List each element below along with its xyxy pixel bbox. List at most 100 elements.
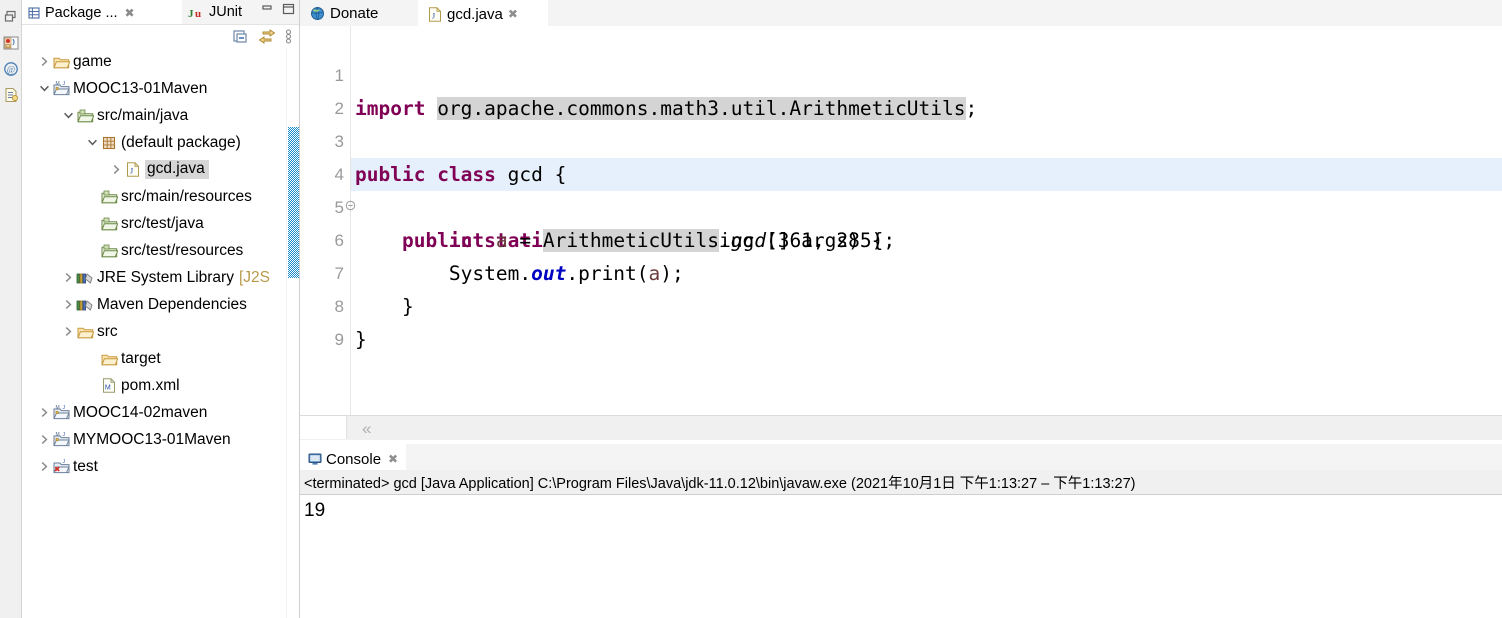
code-line-8: 8 } — [300, 257, 1502, 351]
tree-item-label: MOOC14-02maven — [73, 403, 208, 421]
console-output-area[interactable]: 19 — [300, 494, 1502, 618]
tree-item-label: (default package) — [121, 133, 241, 151]
tree-item-label: gcd.java — [145, 160, 209, 179]
line-number: 9 — [334, 330, 344, 349]
tree-item[interactable]: game — [22, 48, 299, 75]
chevron-right-icon[interactable] — [60, 299, 76, 310]
tree-item-label: src/test/java — [121, 214, 204, 232]
chevron-down-icon[interactable] — [60, 111, 76, 120]
folder-icon — [52, 54, 70, 70]
tree-item[interactable]: Maven Dependencies — [22, 291, 299, 318]
tab-donate[interactable]: Donate — [300, 0, 418, 26]
tree-item[interactable]: src/main/java — [22, 102, 299, 129]
maven-project-icon: MJ — [52, 405, 70, 421]
chevron-right-icon[interactable] — [60, 272, 76, 283]
console-output-text: 19 — [304, 500, 326, 521]
javadoc-at-icon[interactable]: @ — [0, 56, 22, 82]
svg-text:M: M — [105, 385, 111, 392]
perspective-shortcut-rail: @ — [0, 0, 22, 618]
tree-item-label: MOOC13-01Maven — [73, 79, 208, 97]
tab-package-explorer[interactable]: Package ... ✖ — [22, 0, 182, 24]
code-line-1: 1 import org.apache.commons.math3.util.A… — [300, 26, 1502, 120]
svg-text:M: M — [55, 81, 59, 87]
svg-text:M: M — [55, 432, 59, 438]
java-file-icon: J — [124, 162, 142, 178]
explorer-toolbar — [233, 25, 297, 47]
tree-item[interactable]: M J MYMOOC13-01Maven — [22, 426, 299, 453]
chevron-down-icon[interactable] — [84, 138, 100, 147]
minimize-view-button[interactable] — [261, 3, 274, 16]
close-icon[interactable]: ✖ — [125, 6, 135, 20]
chevron-right-icon[interactable] — [36, 434, 52, 445]
editor-area: Donate J gcd.java ✖ 1 import org.apache.… — [300, 0, 1502, 440]
close-icon[interactable]: ✖ — [508, 7, 518, 21]
console-view: Console ✖ <terminated> gcd [Java Applica… — [300, 444, 1502, 618]
tree-item[interactable]: src — [22, 318, 299, 345]
tree-item[interactable]: JRE System Library [J2S — [22, 264, 299, 291]
source-folder-icon — [100, 243, 118, 259]
tab-label: Console — [326, 450, 382, 468]
restore-perspective-icon[interactable] — [0, 4, 22, 30]
explorer-vertical-scrollbar[interactable] — [286, 48, 299, 618]
tree-item[interactable]: target — [22, 345, 299, 372]
source-folder-icon — [100, 216, 118, 232]
tree-item[interactable]: M J MOOC14-02maven — [22, 399, 299, 426]
maximize-view-button[interactable] — [282, 3, 295, 16]
chevron-right-icon[interactable] — [36, 56, 52, 67]
tree-item[interactable]: src/test/java — [22, 210, 299, 237]
breadcrumb-collapse-icon[interactable]: « — [362, 419, 371, 439]
outline-view-icon[interactable] — [0, 82, 22, 108]
folder-icon — [76, 324, 94, 340]
tree-item[interactable]: Mpom.xml — [22, 372, 299, 399]
svg-text:J: J — [62, 81, 65, 87]
tree-item-label: src/test/resources — [121, 241, 244, 259]
console-tab-bar: Console ✖ — [300, 444, 1502, 472]
console-status-line: <terminated> gcd [Java Application] C:\P… — [300, 470, 1502, 494]
tab-console[interactable]: Console ✖ — [300, 444, 407, 472]
code-line-2: 2 — [300, 59, 1502, 118]
chevron-right-icon[interactable] — [60, 326, 76, 337]
collapse-all-button[interactable] — [233, 29, 250, 44]
tree-item[interactable]: src/main/resources — [22, 183, 299, 210]
tree-item[interactable]: Jtest — [22, 453, 299, 480]
tab-gcd-java[interactable]: J gcd.java ✖ — [418, 0, 548, 26]
editor-tab-bar: Donate J gcd.java ✖ — [300, 0, 1502, 27]
tab-label: Package ... — [45, 5, 118, 21]
package-icon — [100, 135, 118, 151]
editor-breadcrumb-bar: « — [300, 415, 1502, 440]
tree-item[interactable]: (default package) — [22, 129, 299, 156]
chevron-right-icon[interactable] — [108, 164, 124, 175]
code-line-4: 4 public static void main(String [] args… — [300, 125, 1502, 252]
view-menu-button[interactable] — [284, 28, 293, 44]
tree-item[interactable]: src/test/resources — [22, 237, 299, 264]
tab-label: Donate — [330, 4, 379, 22]
maven-project-icon: MJ — [52, 81, 70, 97]
scrollbar-thumb[interactable] — [288, 127, 299, 278]
tree-item-label: game — [73, 52, 112, 70]
chevron-right-icon[interactable] — [36, 407, 52, 418]
chevron-down-icon[interactable] — [36, 84, 52, 93]
xml-file-icon: M — [100, 378, 118, 394]
tree-item-label: JRE System Library — [97, 268, 234, 286]
tree-item-label: MYMOOC13-01Maven — [73, 430, 231, 448]
project-tree[interactable]: game M J MOOC13-01Maven src/main/java (defaul… — [22, 48, 299, 618]
fold-collapse-icon[interactable] — [345, 134, 356, 211]
maven-project-icon: MJ — [52, 432, 70, 448]
closed-project-icon: J — [52, 459, 70, 475]
globe-icon — [310, 6, 325, 21]
chevron-right-icon[interactable] — [36, 461, 52, 472]
tree-item-label: pom.xml — [121, 376, 180, 394]
java-perspective-icon[interactable] — [0, 30, 22, 56]
library-icon — [76, 297, 94, 313]
tree-item-label: Maven Dependencies — [97, 295, 247, 313]
close-icon[interactable]: ✖ — [388, 452, 398, 466]
breadcrumb-corner — [300, 416, 347, 439]
tree-item[interactable]: Jgcd.java — [22, 156, 299, 183]
code-editor[interactable]: 1 import org.apache.commons.math3.util.A… — [300, 26, 1502, 416]
tree-item[interactable]: M J MOOC13-01Maven — [22, 75, 299, 102]
tree-item-label: test — [73, 457, 98, 475]
tree-item-label: src — [97, 322, 118, 340]
link-with-editor-button[interactable] — [258, 28, 276, 44]
svg-text:M: M — [55, 405, 59, 411]
code-line-6: 6 System.out.print(a); — [300, 191, 1502, 285]
